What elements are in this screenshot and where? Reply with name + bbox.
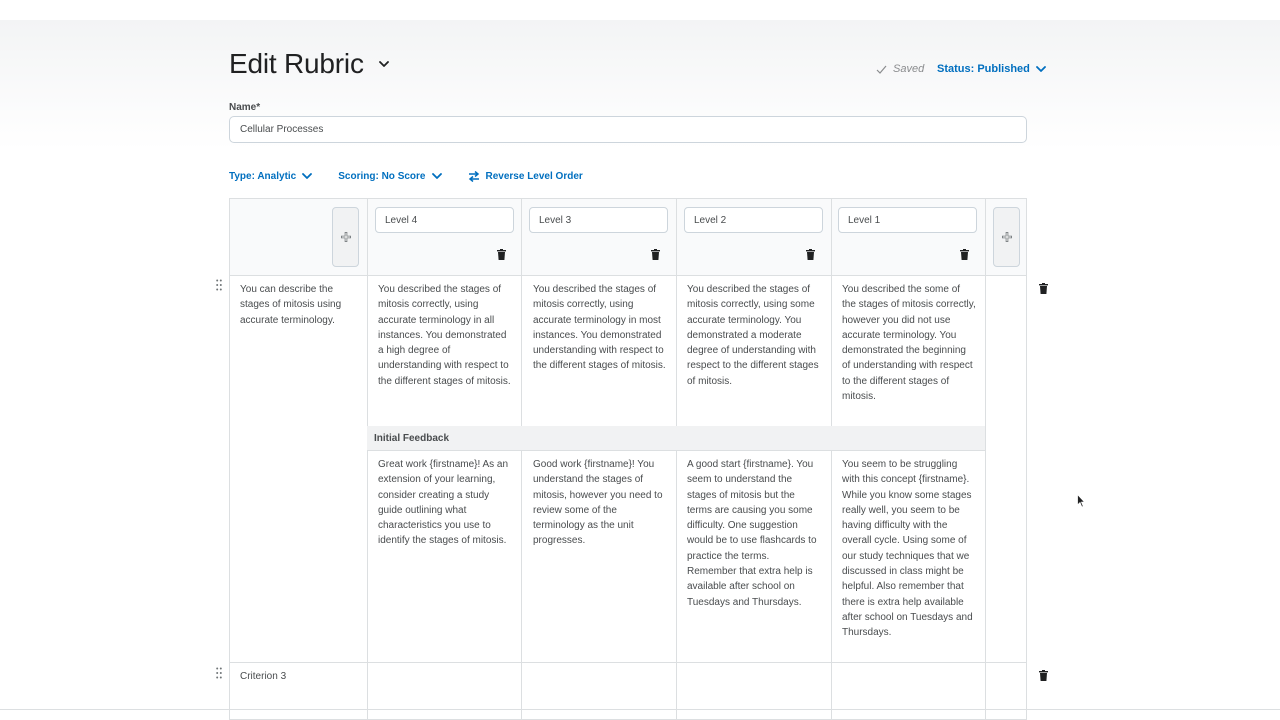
chevron-down-icon[interactable] — [378, 58, 390, 70]
type-label: Type: Analytic — [229, 170, 297, 182]
grid-line — [230, 275, 1026, 276]
rubric-table: Level 4 Level 3 Level 2 Level 1 You can … — [229, 198, 1027, 720]
level-name-input[interactable]: Level 1 — [838, 207, 977, 233]
type-dropdown[interactable]: Type: Analytic — [229, 170, 313, 182]
trash-icon[interactable] — [1039, 283, 1048, 294]
feedback-text[interactable]: A good start {firstname}. You seem to un… — [687, 457, 821, 610]
level-description[interactable]: You described the some of the stages of … — [842, 282, 976, 404]
scoring-label: Scoring: No Score — [338, 170, 426, 182]
plus-icon — [340, 232, 351, 242]
reverse-level-order-button[interactable]: Reverse Level Order — [468, 170, 583, 182]
trash-icon[interactable] — [960, 249, 969, 260]
criterion-name[interactable]: You can describe the stages of mitosis u… — [240, 282, 358, 328]
level-description[interactable]: You described the stages of mitosis corr… — [533, 282, 667, 374]
add-level-before-button[interactable] — [332, 207, 359, 267]
rubric-toolbar: Type: Analytic Scoring: No Score Reverse… — [229, 168, 583, 184]
level-description[interactable]: You described the stages of mitosis corr… — [687, 282, 821, 389]
initial-feedback-label: Initial Feedback — [374, 432, 450, 444]
plus-icon — [1001, 232, 1012, 242]
trash-icon[interactable] — [806, 249, 815, 260]
trash-icon[interactable] — [497, 249, 506, 260]
trash-icon[interactable] — [651, 249, 660, 260]
level-name: Level 1 — [848, 214, 881, 226]
scoring-dropdown[interactable]: Scoring: No Score — [338, 170, 442, 182]
trash-icon[interactable] — [1039, 670, 1048, 681]
mouse-pointer-icon — [1077, 494, 1085, 508]
level-description[interactable]: You described the stages of mitosis corr… — [378, 282, 512, 389]
grid-line — [676, 199, 677, 426]
criterion-name[interactable]: Criterion 3 — [240, 669, 358, 684]
add-level-after-button[interactable] — [993, 207, 1020, 267]
drag-handle-icon[interactable] — [216, 667, 222, 679]
grid-line — [367, 199, 368, 719]
initial-feedback-header: Initial Feedback — [367, 426, 985, 450]
feedback-text[interactable]: You seem to be struggling with this conc… — [842, 457, 976, 641]
grid-line — [521, 199, 522, 426]
saved-indicator: Saved — [876, 63, 924, 75]
level-name: Level 3 — [539, 214, 572, 226]
grid-line — [230, 662, 1026, 663]
page-divider — [0, 709, 1280, 710]
rubric-name-value: Cellular Processes — [240, 124, 324, 135]
grid-line — [985, 199, 986, 719]
status-label: Status: Published — [937, 63, 1030, 75]
chevron-down-icon — [431, 173, 442, 179]
rubric-name-input[interactable]: Cellular Processes — [229, 116, 1027, 143]
level-name-input[interactable]: Level 2 — [684, 207, 823, 233]
grid-line — [831, 199, 832, 426]
feedback-text[interactable]: Good work {firstname}! You understand th… — [533, 457, 667, 549]
top-band — [0, 0, 1280, 20]
grid-line — [367, 450, 985, 451]
page-title-text: Edit Rubric — [229, 48, 364, 79]
level-name-input[interactable]: Level 3 — [529, 207, 668, 233]
grid-line — [676, 450, 677, 719]
reverse-level-order-label: Reverse Level Order — [485, 170, 583, 182]
check-icon — [876, 65, 887, 74]
feedback-text[interactable]: Great work {firstname}! As an extension … — [378, 457, 512, 549]
chevron-down-icon — [1036, 66, 1046, 72]
name-label: Name* — [229, 102, 261, 113]
drag-handle-icon[interactable] — [216, 279, 222, 291]
status-dropdown[interactable]: Status: Published — [937, 63, 1046, 75]
swap-arrows-icon — [468, 170, 479, 182]
saved-text: Saved — [893, 63, 925, 75]
grid-line — [521, 450, 522, 719]
level-name: Level 4 — [385, 214, 418, 226]
level-name: Level 2 — [694, 214, 727, 226]
grid-line — [831, 450, 832, 719]
level-name-input[interactable]: Level 4 — [375, 207, 514, 233]
chevron-down-icon — [302, 173, 313, 179]
page-title[interactable]: Edit Rubric — [229, 48, 390, 80]
